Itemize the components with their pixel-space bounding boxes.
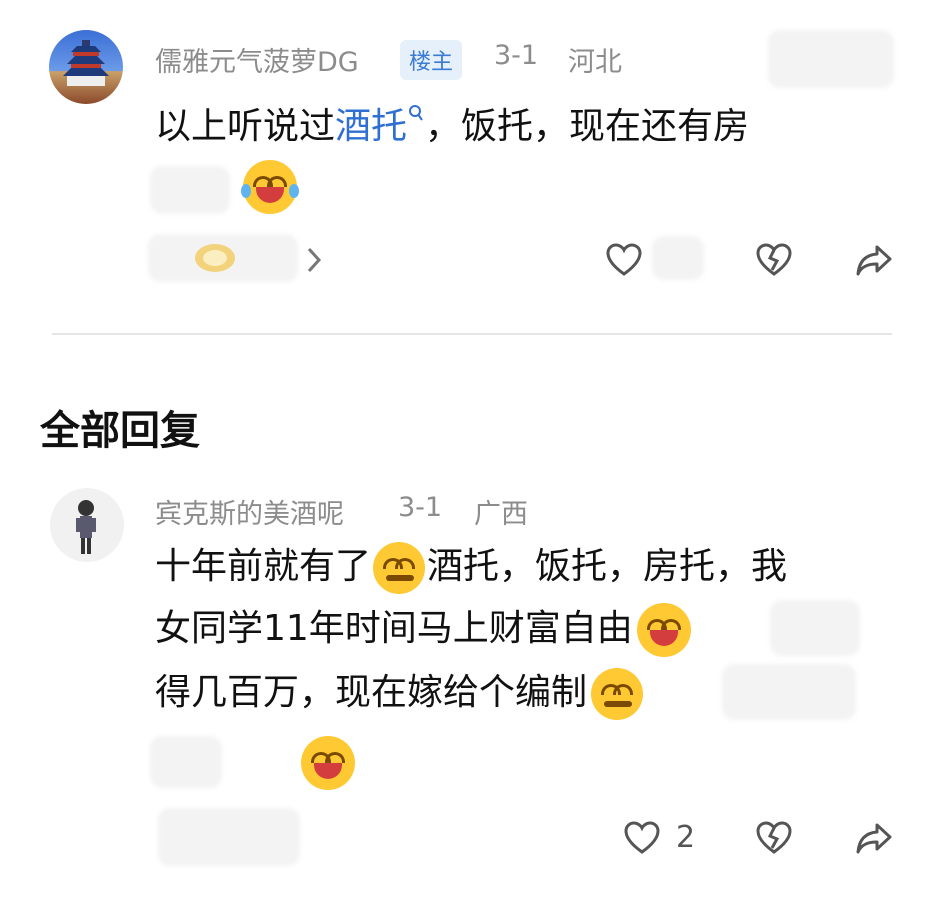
post-date: 3-1 <box>494 40 539 71</box>
person-figure-icon <box>76 500 96 554</box>
cookie-icon <box>195 244 235 272</box>
heart-icon <box>624 821 660 854</box>
laugh-cry-emoji-icon <box>241 160 299 214</box>
post-text: 以上听说过酒托 ，饭托，现在还有房 <box>155 98 875 156</box>
temple-icon <box>63 40 109 86</box>
reply-like-button[interactable] <box>620 816 664 860</box>
reply-line-1: 十年前就有了 酒托，饭托，房托，我 <box>155 538 787 596</box>
like-button[interactable] <box>602 238 646 282</box>
reply-like-count: 2 <box>676 820 696 855</box>
reply-line-1-b: 酒托，饭托，房托，我 <box>427 546 788 587</box>
blurred-text <box>150 166 230 214</box>
reply-line-3: 得几百万，现在嫁给个编制 <box>155 664 644 722</box>
post-location: 河北 <box>568 47 622 78</box>
reply-line-2-text: 女同学11年时间马上财富自由 <box>155 608 633 649</box>
post-text-prefix: 以上听说过 <box>155 106 336 147</box>
reply-date: 3-1 <box>398 492 443 523</box>
reply-line-2: 女同学11年时间马上财富自由 <box>155 600 691 658</box>
section-divider <box>52 333 892 335</box>
reply-line-3-text: 得几百万，现在嫁给个编制 <box>155 672 588 713</box>
grin-emoji-icon <box>301 736 356 790</box>
smirk-emoji-icon <box>373 542 426 594</box>
search-small-icon <box>409 105 423 121</box>
broken-heart-icon <box>756 243 792 276</box>
grin-emoji-icon <box>636 603 691 657</box>
post-text-suffix: ，饭托，现在还有房 <box>425 106 750 147</box>
keyword-link-label: 酒托 <box>335 106 408 147</box>
op-badge: 楼主 <box>400 40 463 80</box>
author-avatar[interactable] <box>49 30 123 104</box>
like-count-blurred <box>652 236 704 280</box>
reply-preview[interactable] <box>158 808 300 866</box>
blurred-text <box>770 600 860 656</box>
chevron-right-icon[interactable] <box>305 246 323 274</box>
share-icon <box>856 823 892 854</box>
reply-dislike-button[interactable] <box>752 816 796 860</box>
section-title: 全部回复 <box>40 408 200 454</box>
reply-avatar[interactable] <box>50 488 124 562</box>
post-author-name[interactable]: 儒雅元气菠萝DG <box>155 40 359 79</box>
blurred-text <box>722 664 856 720</box>
blurred-text <box>150 736 222 788</box>
heart-icon <box>606 243 642 276</box>
broken-heart-icon <box>756 821 792 854</box>
follow-button[interactable] <box>768 30 894 88</box>
share-button[interactable] <box>852 238 896 282</box>
reply-line-1-a: 十年前就有了 <box>155 546 372 587</box>
share-icon <box>856 245 892 276</box>
reply-share-button[interactable] <box>852 816 896 860</box>
reply-location: 广西 <box>474 499 528 530</box>
reply-author-name[interactable]: 宾克斯的美酒呢 <box>155 492 344 531</box>
keyword-link[interactable]: 酒托 <box>335 105 425 147</box>
smirk-emoji-icon <box>591 668 644 720</box>
dislike-button[interactable] <box>752 238 796 282</box>
